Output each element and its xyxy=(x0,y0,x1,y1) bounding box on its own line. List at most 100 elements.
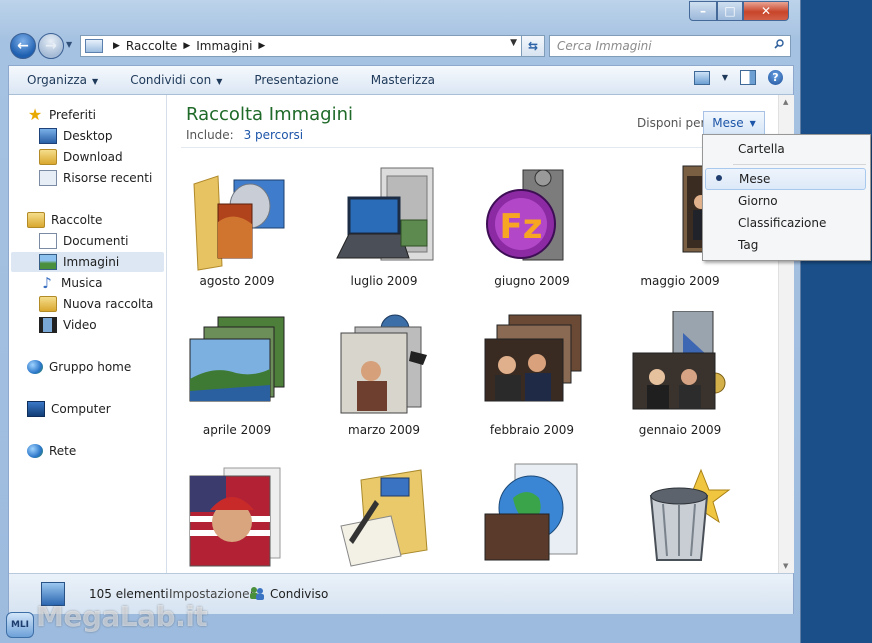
photo-stack-thumbnail xyxy=(189,467,281,567)
month-stack-tile[interactable] xyxy=(615,460,745,573)
month-stack-tile[interactable]: gennaio 2009 xyxy=(615,311,745,451)
menu-item-label: Mese xyxy=(739,172,771,186)
star-icon: ★ xyxy=(27,105,43,124)
sidebar-item-homegroup[interactable]: Gruppo home xyxy=(11,357,164,377)
new-library-icon xyxy=(39,296,57,312)
share-label: Condividi con xyxy=(130,73,212,87)
divider xyxy=(181,147,777,148)
month-stack-tile[interactable] xyxy=(172,460,302,573)
sidebar-item-network[interactable]: Rete xyxy=(11,441,164,461)
menu-item-label: Classificazione xyxy=(738,216,827,230)
burn-button[interactable]: Masterizza xyxy=(353,73,449,87)
search-placeholder: Cerca Immagini xyxy=(557,39,652,53)
sidebar-item-video[interactable]: Video xyxy=(11,315,164,335)
share-menu[interactable]: Condividi con ▼ xyxy=(112,73,236,87)
slideshow-button[interactable]: Presentazione xyxy=(236,73,352,87)
preview-pane-icon[interactable] xyxy=(740,70,756,85)
sidebar-item-music[interactable]: ♪ Musica xyxy=(11,273,164,293)
library-icon xyxy=(85,39,103,53)
chevron-down-icon: ▼ xyxy=(92,77,99,86)
sidebar-item-favorites[interactable]: ★ Preferiti xyxy=(11,105,164,125)
photo-stack-thumbnail xyxy=(193,175,285,271)
month-stack-tile[interactable]: aprile 2009 xyxy=(172,311,302,451)
breadcrumb-libraries[interactable]: Raccolte xyxy=(126,39,177,53)
menu-item-rating[interactable]: Classificazione xyxy=(705,213,866,233)
documents-icon xyxy=(39,233,57,249)
sidebar-item-downloads[interactable]: Download xyxy=(11,147,164,167)
photo-stack-thumbnail xyxy=(484,463,578,561)
address-history-dropdown-icon[interactable]: ▼ xyxy=(510,38,517,48)
sidebar-item-label: Rete xyxy=(49,444,77,458)
menu-item-label: Cartella xyxy=(738,142,785,156)
sidebar-item-recent[interactable]: Risorse recenti xyxy=(11,168,164,188)
search-input[interactable]: Cerca Immagini xyxy=(549,35,791,57)
refresh-button[interactable]: ⇆ xyxy=(521,35,545,57)
explorer-content: Organizza ▼ Condividi con ▼ Presentazione … xyxy=(8,65,794,614)
maximize-button[interactable]: □ xyxy=(717,1,743,21)
month-stack-tile[interactable]: marzo 2009 xyxy=(319,311,449,451)
watermark: MLI MegaLab.it xyxy=(0,585,208,643)
sidebar-item-desktop[interactable]: Desktop xyxy=(11,126,164,146)
arrange-by-dropdown[interactable]: Mese ▼ xyxy=(703,111,765,135)
include-label: Include: xyxy=(186,128,234,142)
network-icon xyxy=(27,444,43,458)
menu-item-folder[interactable]: Cartella xyxy=(705,139,866,159)
sidebar-item-label: Computer xyxy=(51,402,111,416)
chevron-right-icon[interactable]: ▶ xyxy=(113,41,120,51)
radio-selected-icon xyxy=(716,175,722,181)
include-locations-link[interactable]: 3 percorsi xyxy=(244,128,304,142)
month-stack-tile[interactable] xyxy=(467,460,597,573)
sidebar-item-label: Desktop xyxy=(63,129,113,143)
navigation-bar: ← → ▼ ▶ Raccolte ▶ Immagini ▶ ▼ ⇆ Cerca … xyxy=(8,31,792,61)
forward-button[interactable]: → xyxy=(38,33,64,59)
recent-pages-dropdown-icon[interactable]: ▼ xyxy=(66,40,72,49)
tile-label: maggio 2009 xyxy=(640,274,720,288)
recent-places-icon xyxy=(39,170,57,186)
chevron-right-icon[interactable]: ▶ xyxy=(258,41,265,51)
back-button[interactable]: ← xyxy=(10,33,36,59)
window-controls: – □ ✕ xyxy=(689,1,789,21)
scroll-down-icon[interactable]: ▼ xyxy=(783,562,788,570)
chevron-right-icon[interactable]: ▶ xyxy=(183,41,190,51)
tile-label: giugno 2009 xyxy=(494,274,570,288)
search-icon[interactable] xyxy=(774,39,784,49)
recycle-bin-thumbnail xyxy=(649,468,731,561)
pictures-icon xyxy=(39,254,57,270)
photo-stack-thumbnail: Fz xyxy=(486,169,564,261)
help-icon[interactable]: ? xyxy=(768,70,783,85)
sidebar-item-computer[interactable]: Computer xyxy=(11,399,164,419)
month-stack-tile[interactable]: febbraio 2009 xyxy=(467,311,597,451)
download-folder-icon xyxy=(39,149,57,165)
watermark-text: MegaLab.it xyxy=(36,600,208,633)
organize-menu[interactable]: Organizza ▼ xyxy=(9,73,112,87)
minimize-button[interactable]: – xyxy=(689,1,717,21)
page-title: Raccolta Immagini xyxy=(186,104,354,125)
menu-item-month[interactable]: Mese xyxy=(705,168,866,190)
month-stack-tile[interactable]: Fz giugno 2009 xyxy=(467,162,597,302)
sidebar-item-label: Musica xyxy=(61,276,103,290)
sidebar-item-pictures[interactable]: Immagini xyxy=(11,252,164,272)
organize-label: Organizza xyxy=(27,73,88,87)
address-bar[interactable]: ▶ Raccolte ▶ Immagini ▶ ▼ xyxy=(80,35,522,57)
sidebar-item-new-library[interactable]: Nuova raccolta xyxy=(11,294,164,314)
sidebar-item-label: Immagini xyxy=(63,255,120,269)
menu-item-day[interactable]: Giorno xyxy=(705,191,866,211)
sidebar-item-documents[interactable]: Documenti xyxy=(11,231,164,251)
change-view-icon[interactable] xyxy=(693,70,710,85)
view-options-dropdown-icon[interactable]: ▼ xyxy=(722,73,728,82)
month-stack-tile[interactable]: agosto 2009 xyxy=(172,162,302,302)
month-stack-tile[interactable]: luglio 2009 xyxy=(319,162,449,302)
sidebar-item-libraries[interactable]: Raccolte xyxy=(11,210,164,230)
arrange-by-value: Mese xyxy=(712,116,744,130)
content-area: Raccolta Immagini Include: 3 percorsi Di… xyxy=(167,95,777,573)
month-stack-tile[interactable] xyxy=(319,460,449,573)
arrange-by-menu: Cartella Mese Giorno Classificazione Tag xyxy=(702,134,871,261)
scroll-up-icon[interactable]: ▲ xyxy=(783,98,788,106)
menu-item-tag[interactable]: Tag xyxy=(705,235,866,255)
sidebar-item-label: Download xyxy=(63,150,123,164)
homegroup-icon xyxy=(27,360,43,374)
sidebar-item-label: Risorse recenti xyxy=(63,171,153,185)
breadcrumb-pictures[interactable]: Immagini xyxy=(196,39,252,53)
close-button[interactable]: ✕ xyxy=(743,1,789,21)
menu-separator xyxy=(733,164,866,165)
